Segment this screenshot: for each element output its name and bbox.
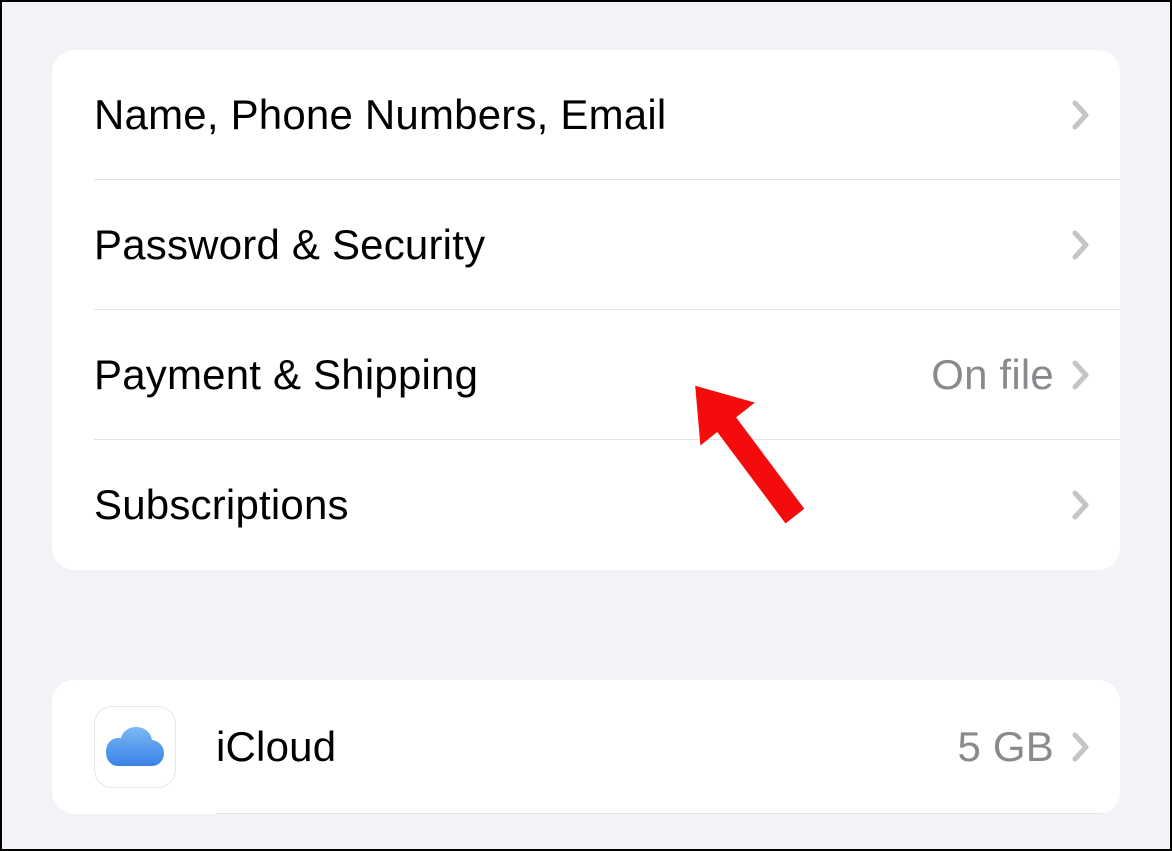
- chevron-right-icon: [1072, 489, 1090, 521]
- row-label: Name, Phone Numbers, Email: [94, 91, 1072, 139]
- row-subscriptions[interactable]: Subscriptions: [52, 440, 1120, 570]
- row-label: Password & Security: [94, 221, 1072, 269]
- settings-group-services: iCloud 5 GB: [52, 680, 1120, 814]
- settings-container: Name, Phone Numbers, Email Password & Se…: [2, 2, 1170, 814]
- chevron-right-icon: [1072, 229, 1090, 261]
- row-label: Subscriptions: [94, 481, 1072, 529]
- chevron-right-icon: [1072, 359, 1090, 391]
- row-label: Payment & Shipping: [94, 351, 931, 399]
- row-payment-shipping[interactable]: Payment & Shipping On file: [52, 310, 1120, 440]
- row-password-security[interactable]: Password & Security: [52, 180, 1120, 310]
- row-name-phone-email[interactable]: Name, Phone Numbers, Email: [52, 50, 1120, 180]
- settings-group-account: Name, Phone Numbers, Email Password & Se…: [52, 50, 1120, 570]
- icloud-icon: [94, 706, 176, 788]
- row-detail: On file: [931, 351, 1054, 399]
- row-detail: 5 GB: [957, 723, 1054, 771]
- divider: [216, 813, 1120, 814]
- chevron-right-icon: [1072, 731, 1090, 763]
- row-label: iCloud: [216, 723, 957, 771]
- row-icloud[interactable]: iCloud 5 GB: [52, 680, 1120, 814]
- chevron-right-icon: [1072, 99, 1090, 131]
